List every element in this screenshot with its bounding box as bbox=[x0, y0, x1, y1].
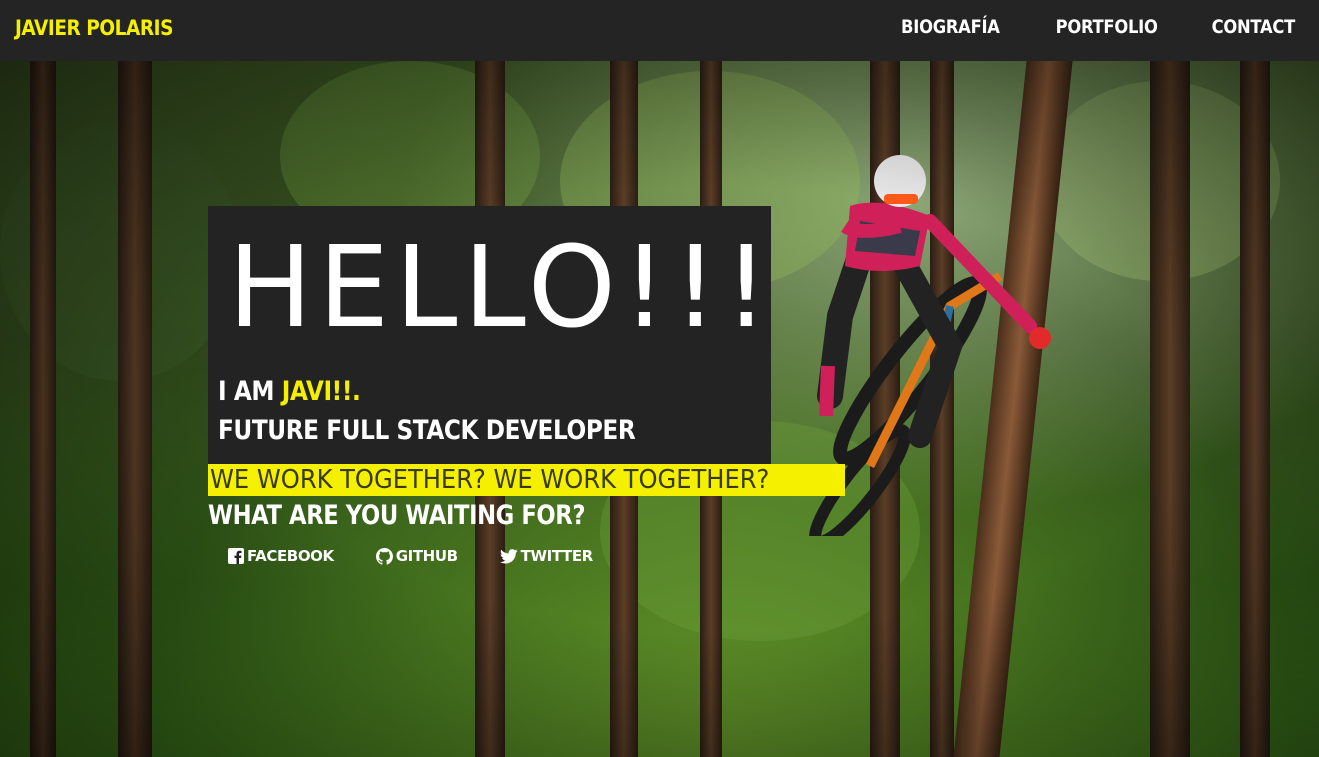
marquee-banner: WE WORK TOGETHER? WE WORK TOGETHER? bbox=[208, 464, 845, 496]
twitter-link[interactable]: TWITTER bbox=[499, 547, 594, 565]
facebook-link[interactable]: FACEBOOK bbox=[228, 547, 334, 565]
greeting-panel: HELLO!!! I AM JAVI!!. FUTURE FULL STACK … bbox=[208, 206, 771, 464]
github-label: GITHUB bbox=[395, 547, 458, 565]
top-navigation-bar: JAVIER POLARIS BIOGRAFÍA PORTFOLIO CONTA… bbox=[0, 0, 1319, 61]
github-icon bbox=[375, 547, 393, 565]
social-links: FACEBOOK GITHUB TWITTER bbox=[228, 547, 635, 565]
nav-link-contact[interactable]: CONTACT bbox=[1212, 16, 1296, 38]
facebook-label: FACEBOOK bbox=[247, 547, 334, 565]
main-nav: BIOGRAFÍA PORTFOLIO CONTACT bbox=[845, 16, 1295, 38]
facebook-icon bbox=[228, 548, 244, 564]
nav-link-portfolio[interactable]: PORTFOLIO bbox=[1056, 16, 1158, 38]
twitter-icon bbox=[499, 548, 518, 564]
intro-name: JAVI!!. bbox=[281, 376, 361, 407]
brand-logo-text[interactable]: JAVIER POLARIS bbox=[15, 16, 173, 40]
hello-heading: HELLO!!! bbox=[228, 223, 775, 353]
intro-line: I AM JAVI!!. bbox=[218, 376, 361, 407]
twitter-label: TWITTER bbox=[520, 547, 594, 565]
intro-prefix: I AM bbox=[218, 376, 275, 407]
github-link[interactable]: GITHUB bbox=[375, 547, 458, 565]
call-to-action-text: WHAT ARE YOU WAITING FOR? bbox=[208, 500, 586, 531]
role-title: FUTURE FULL STACK DEVELOPER bbox=[218, 415, 636, 446]
marquee-text: WE WORK TOGETHER? WE WORK TOGETHER? bbox=[210, 465, 770, 495]
nav-link-biografia[interactable]: BIOGRAFÍA bbox=[901, 16, 1000, 38]
